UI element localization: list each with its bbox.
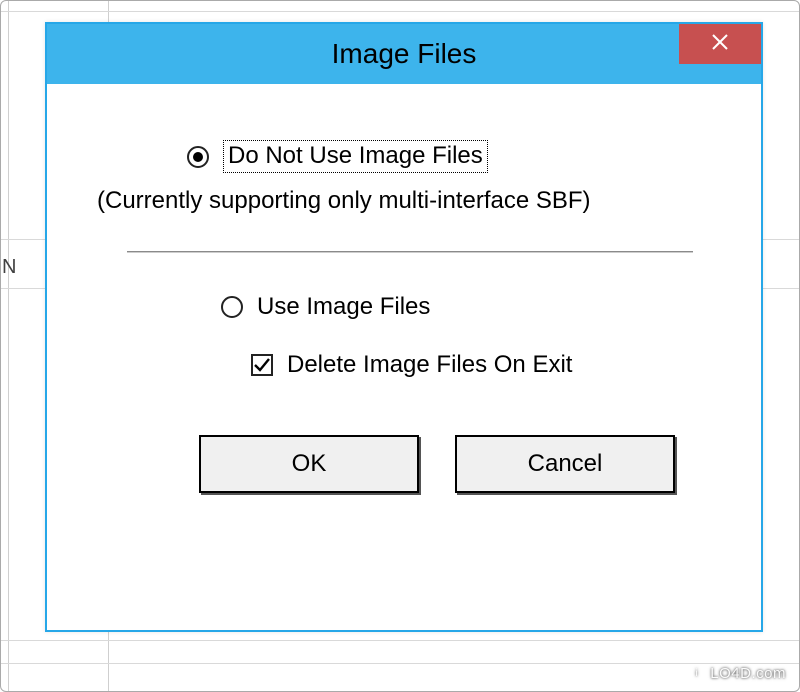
radio-do-not-use[interactable] (187, 146, 209, 168)
check-icon (253, 356, 271, 374)
checkbox-delete-row[interactable]: Delete Image Files On Exit (251, 351, 729, 379)
radio-subtext: (Currently supporting only multi-interfa… (97, 187, 729, 215)
separator (127, 251, 693, 253)
radio-do-not-use-row[interactable]: Do Not Use Image Files (187, 140, 729, 173)
dialog-body: Do Not Use Image Files (Currently suppor… (47, 84, 761, 517)
ok-button[interactable]: OK (199, 435, 419, 493)
cancel-button[interactable]: Cancel (455, 435, 675, 493)
checkbox-delete[interactable] (251, 354, 273, 376)
close-icon (711, 33, 729, 56)
close-button[interactable] (679, 24, 761, 64)
radio-use-row[interactable]: Use Image Files (221, 293, 729, 321)
background-partial-text: N (2, 256, 16, 279)
info-icon: i (689, 666, 704, 681)
dialog-title: Image Files (332, 38, 477, 70)
watermark-text: LO4D.com (710, 665, 786, 682)
radio-do-not-use-label: Do Not Use Image Files (223, 140, 488, 173)
radio-use[interactable] (221, 296, 243, 318)
dialog-button-row: OK Cancel (199, 435, 729, 493)
image-files-dialog: Image Files Do Not Use Image Files (Curr… (45, 22, 763, 632)
radio-use-label: Use Image Files (257, 293, 430, 321)
watermark: i LO4D.com (689, 665, 786, 682)
dialog-titlebar[interactable]: Image Files (47, 24, 761, 84)
checkbox-delete-label: Delete Image Files On Exit (287, 351, 572, 379)
